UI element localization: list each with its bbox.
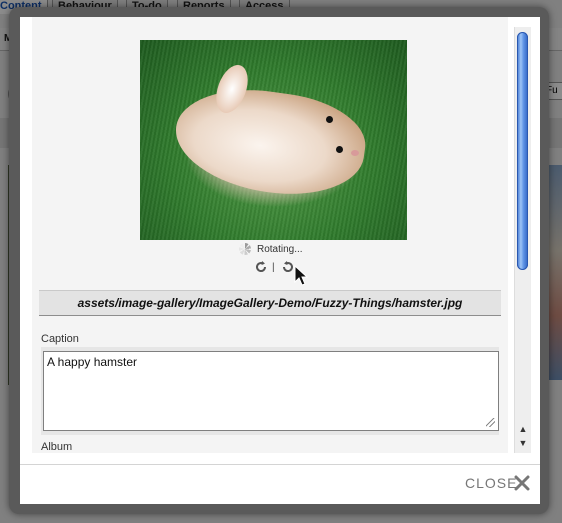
rotate-left-button[interactable] — [254, 260, 268, 274]
loading-spinner-icon — [239, 243, 251, 255]
hamster-body — [168, 79, 372, 205]
dialog-content: Rotating... | assets/image-gallery/Image… — [32, 17, 508, 453]
album-label: Album — [41, 441, 73, 453]
image-preview — [140, 40, 407, 240]
resize-grip-icon[interactable] — [486, 418, 495, 427]
dialog-scrollbar[interactable]: ▲ ▼ — [514, 27, 531, 453]
scrollbar-thumb[interactable] — [517, 32, 528, 270]
caption-textarea[interactable]: A happy hamster — [43, 351, 499, 431]
mouse-pointer-icon — [294, 265, 309, 286]
rotating-status: Rotating... — [239, 243, 303, 259]
file-path: assets/image-gallery/ImageGallery-Demo/F… — [39, 290, 501, 316]
rotate-left-icon — [256, 261, 267, 273]
rotating-status-text: Rotating... — [257, 244, 303, 255]
rotate-separator: | — [272, 262, 275, 273]
dialog-footer-divider — [20, 464, 540, 465]
close-x-icon — [514, 475, 530, 491]
caption-label: Caption — [41, 333, 79, 345]
scroll-down-arrow-icon[interactable]: ▼ — [516, 437, 530, 449]
hamster-nose — [351, 150, 359, 156]
close-label: CLOSE — [465, 475, 518, 491]
scroll-up-arrow-icon[interactable]: ▲ — [516, 423, 530, 435]
rotate-right-icon — [282, 261, 293, 273]
close-button[interactable]: CLOSE — [465, 473, 530, 493]
hamster-eye — [336, 146, 343, 153]
image-edit-dialog: Rotating... | assets/image-gallery/Image… — [20, 17, 540, 504]
caption-field-wrapper: A happy hamster — [41, 347, 499, 435]
rotate-right-button[interactable] — [281, 260, 295, 274]
hamster-eye — [326, 116, 333, 123]
